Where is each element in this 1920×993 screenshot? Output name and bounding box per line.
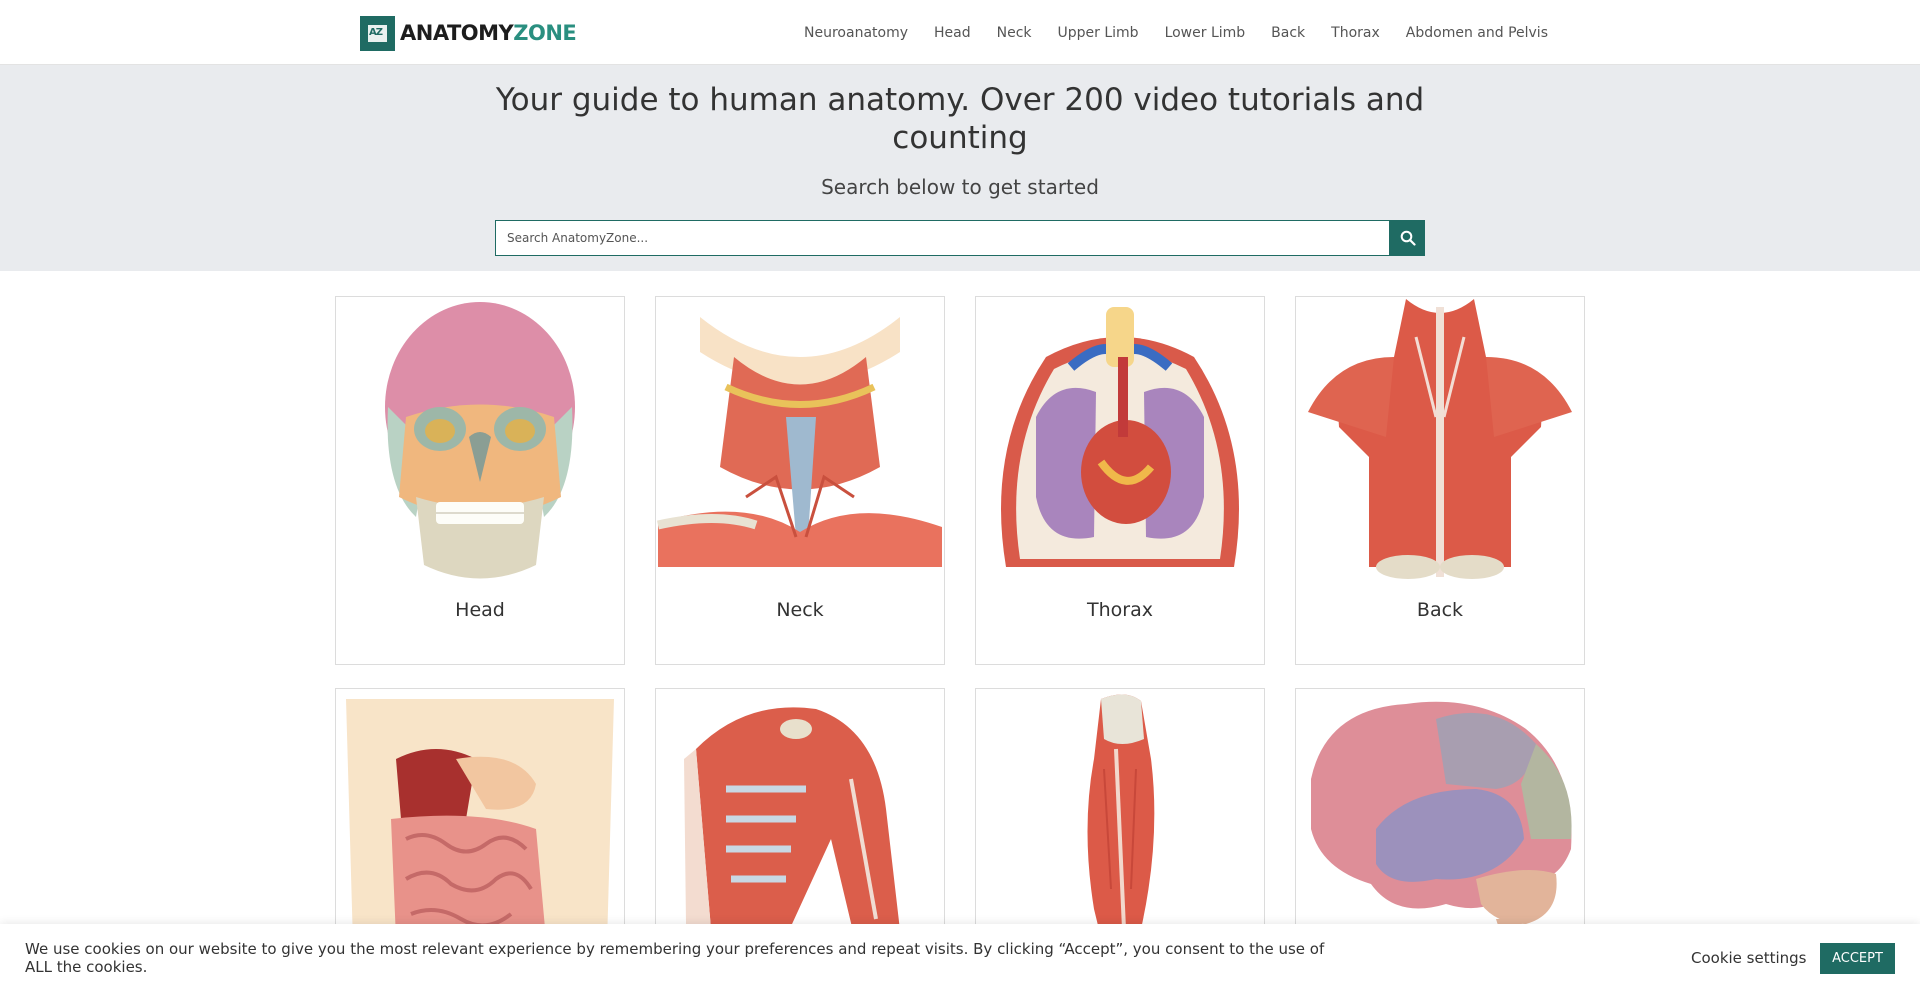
card-label: Head xyxy=(455,599,505,621)
site-logo[interactable]: ANATOMYZONE xyxy=(360,15,577,51)
category-card-head[interactable]: Head xyxy=(335,296,625,665)
back-illustration xyxy=(1308,299,1572,579)
category-card-upper-limb[interactable] xyxy=(655,688,945,948)
site-header: ANATOMYZONE Neuroanatomy Head Neck Upper… xyxy=(0,0,1920,65)
search-button[interactable] xyxy=(1390,220,1425,256)
brain-illustration xyxy=(1311,701,1572,947)
hero-subtitle: Search below to get started xyxy=(821,175,1099,199)
category-card-abdomen[interactable] xyxy=(335,688,625,948)
nav-item-upper-limb[interactable]: Upper Limb xyxy=(1058,25,1139,41)
hero-section: Your guide to human anatomy. Over 200 vi… xyxy=(0,65,1920,271)
category-card-back[interactable]: Back xyxy=(1295,296,1585,665)
nav-item-head[interactable]: Head xyxy=(934,25,971,41)
cookie-banner: We use cookies on our website to give yo… xyxy=(0,924,1920,993)
cookie-settings-link[interactable]: Cookie settings xyxy=(1691,949,1807,967)
cookie-accept-button[interactable]: ACCEPT xyxy=(1820,943,1895,974)
main-nav: Neuroanatomy Head Neck Upper Limb Lower … xyxy=(778,0,1548,65)
nav-item-lower-limb[interactable]: Lower Limb xyxy=(1165,25,1246,41)
logo-wordmark: ANATOMYZONE xyxy=(400,21,577,45)
thorax-illustration xyxy=(1001,307,1239,567)
nav-item-abdomen-pelvis[interactable]: Abdomen and Pelvis xyxy=(1406,25,1548,41)
category-card-neuroanatomy[interactable] xyxy=(1295,688,1585,948)
upper-limb-illustration xyxy=(684,707,901,947)
card-label: Neck xyxy=(776,599,824,621)
search-bar xyxy=(495,220,1425,256)
category-card-neck[interactable]: Neck xyxy=(655,296,945,665)
abdomen-illustration xyxy=(346,699,614,947)
nav-item-back[interactable]: Back xyxy=(1271,25,1305,41)
logo-mark-icon xyxy=(360,15,395,51)
nav-item-thorax[interactable]: Thorax xyxy=(1331,25,1380,41)
hero-title: Your guide to human anatomy. Over 200 vi… xyxy=(495,82,1425,156)
skull-illustration xyxy=(385,302,575,579)
nav-item-neck[interactable]: Neck xyxy=(997,25,1032,41)
category-card-thorax[interactable]: Thorax xyxy=(975,296,1265,665)
nav-item-neuroanatomy[interactable]: Neuroanatomy xyxy=(804,25,908,41)
search-input[interactable] xyxy=(495,220,1390,256)
lower-limb-illustration xyxy=(1087,694,1155,947)
search-icon xyxy=(1400,230,1416,246)
category-card-lower-limb[interactable] xyxy=(975,688,1265,948)
card-label: Back xyxy=(1416,599,1464,621)
cookie-message: We use cookies on our website to give yo… xyxy=(25,940,1325,976)
card-label: Thorax xyxy=(1087,599,1153,621)
neck-illustration xyxy=(657,317,942,567)
